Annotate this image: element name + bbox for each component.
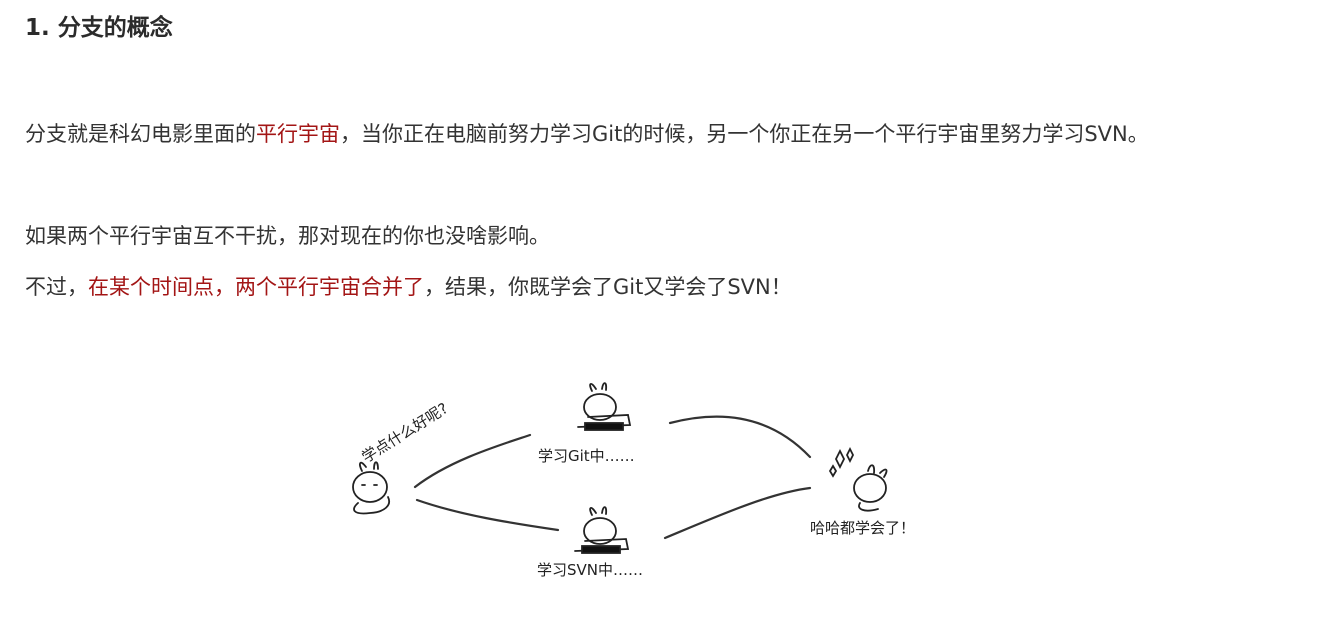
- label-learning-svn: 学习SVN中……: [537, 561, 643, 579]
- paragraph-merge: 不过，在某个时间点，两个平行宇宙合并了，结果，你既学会了Git又学会了SVN！: [25, 266, 1265, 308]
- rabbit-thinking-icon: [352, 461, 390, 515]
- highlight-merge: 在某个时间点，两个平行宇宙合并了: [88, 275, 424, 299]
- merge-text-2: ，结果，你既学会了Git又学会了SVN！: [424, 275, 792, 299]
- branch-curve-bottom-left: [415, 498, 560, 532]
- branch-curve-top-right: [668, 415, 812, 459]
- section-heading: 1. 分支的概念: [25, 15, 173, 41]
- label-learned-both: 哈哈都学会了！: [810, 519, 915, 537]
- merge-text-1: 不过，: [25, 275, 88, 299]
- branch-illustration-svg: 学点什么好呢? 学习Git中…… 学习SVN中…… 哈哈都学会了！: [352, 382, 915, 579]
- branch-curve-top-left: [413, 433, 532, 489]
- label-question: 学点什么好呢?: [359, 399, 452, 466]
- intro-text-1: 分支就是科幻电影里面的: [25, 122, 256, 146]
- intro-text-2: ，当你正在电脑前努力学习Git的时候，另一个你正在另一个平行宇宙里努力学习SVN…: [340, 122, 1149, 146]
- branch-curve-bottom-right: [663, 486, 812, 540]
- rabbit-svn-icon: [574, 506, 630, 554]
- highlight-parallel-universe: 平行宇宙: [256, 122, 340, 146]
- paragraph-intro: 分支就是科幻电影里面的平行宇宙，当你正在电脑前努力学习Git的时候，另一个你正在…: [25, 113, 1265, 155]
- paragraph-no-interference: 如果两个平行宇宙互不干扰，那对现在的你也没啥影响。: [25, 224, 550, 248]
- label-learning-git: 学习Git中……: [538, 447, 635, 465]
- branch-illustration: 学点什么好呢? 学习Git中…… 学习SVN中…… 哈哈都学会了！: [330, 375, 990, 590]
- rabbit-git-icon: [577, 382, 632, 431]
- rabbit-happy-icon: [828, 446, 888, 512]
